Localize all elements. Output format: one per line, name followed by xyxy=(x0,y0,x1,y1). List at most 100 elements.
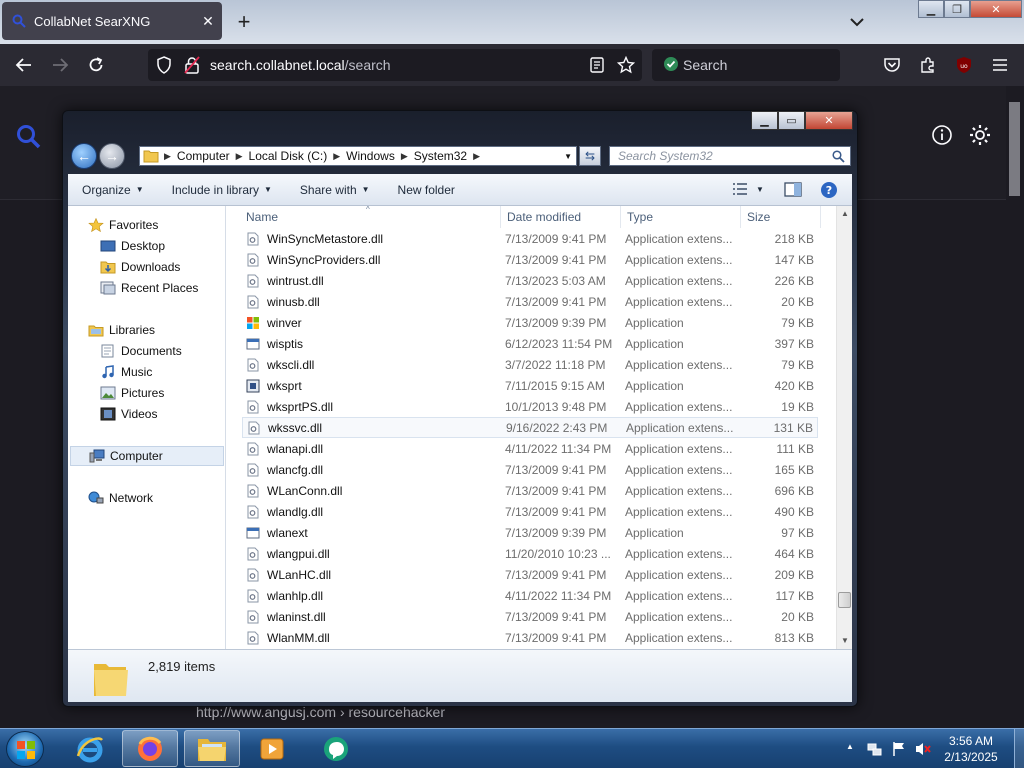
organize-button[interactable]: Organize ▼ xyxy=(68,183,158,197)
scroll-down-icon[interactable]: ▼ xyxy=(837,633,853,649)
breadcrumb-windows[interactable]: Windows xyxy=(342,149,399,163)
file-row[interactable]: WinSyncProviders.dll 7/13/2009 9:41 PM App… xyxy=(242,249,818,270)
nav-recent-places[interactable]: Recent Places xyxy=(100,278,198,298)
include-in-library-button[interactable]: Include in library ▼ xyxy=(158,183,286,197)
show-hidden-icons-icon[interactable]: ▲ xyxy=(846,742,854,751)
clock[interactable]: 3:56 AM 2/13/2025 xyxy=(936,733,1006,765)
nav-videos[interactable]: Videos xyxy=(100,404,157,424)
search-bar[interactable]: Search xyxy=(652,49,840,81)
page-scrollbar[interactable] xyxy=(1006,86,1024,728)
nav-libraries[interactable]: Libraries xyxy=(88,320,155,340)
new-tab-button[interactable]: + xyxy=(232,8,256,36)
file-row[interactable]: winver 7/13/2009 9:39 PM Application 79 KB xyxy=(242,312,818,333)
nav-network[interactable]: Network xyxy=(88,488,153,508)
lock-insecure-icon[interactable] xyxy=(184,56,200,74)
reload-button[interactable] xyxy=(83,52,109,78)
breadcrumb-local-disk[interactable]: Local Disk (C:) xyxy=(245,149,332,163)
scrollbar-thumb[interactable] xyxy=(838,592,851,608)
nav-pictures[interactable]: Pictures xyxy=(100,383,164,403)
shield-icon[interactable] xyxy=(156,56,172,74)
reader-view-icon[interactable] xyxy=(590,57,604,73)
new-folder-button[interactable]: New folder xyxy=(384,183,469,197)
file-row[interactable]: wksprt 7/11/2015 9:15 AM Application 420 KB xyxy=(242,375,818,396)
file-row[interactable]: wkscli.dll 3/7/2022 11:18 PM Application e… xyxy=(242,354,818,375)
taskbar-app[interactable] xyxy=(308,730,364,767)
file-row[interactable]: WLanConn.dll 7/13/2009 9:41 PM Application… xyxy=(242,480,818,501)
help-button[interactable]: ? xyxy=(820,181,838,202)
address-bar[interactable]: ▶ Computer ▶ Local Disk (C:) ▶ Windows ▶… xyxy=(139,146,577,166)
column-type[interactable]: Type xyxy=(627,210,653,224)
explorer-back-button[interactable]: ← xyxy=(71,143,97,169)
column-divider[interactable] xyxy=(740,206,741,228)
explorer-close-button[interactable]: ✕ xyxy=(805,111,853,130)
preview-pane-button[interactable] xyxy=(784,182,802,200)
breadcrumb-computer[interactable]: Computer xyxy=(173,149,234,163)
page-scrollbar-thumb[interactable] xyxy=(1009,102,1020,196)
close-window-button[interactable]: ✕ xyxy=(970,0,1022,18)
nav-downloads[interactable]: Downloads xyxy=(100,257,180,277)
refresh-button[interactable]: ⇆ xyxy=(579,146,601,166)
file-row[interactable]: wlandlg.dll 7/13/2009 9:41 PM Application … xyxy=(242,501,818,522)
file-row[interactable]: wlangpui.dll 11/20/2010 10:23 ... Applicat… xyxy=(242,543,818,564)
view-options-button[interactable]: ▼ xyxy=(732,182,764,196)
action-center-flag-icon[interactable] xyxy=(891,741,907,757)
breadcrumb-system32[interactable]: System32 xyxy=(410,149,471,163)
forward-button[interactable] xyxy=(47,52,73,78)
back-button[interactable] xyxy=(11,52,37,78)
start-button[interactable] xyxy=(6,731,44,767)
file-row[interactable]: wlanext 7/13/2009 9:39 PM Application 97 KB xyxy=(242,522,818,543)
nav-computer[interactable]: Computer xyxy=(70,446,224,466)
nav-documents[interactable]: Documents xyxy=(100,341,182,361)
nav-desktop[interactable]: Desktop xyxy=(100,236,165,256)
tab-close-icon[interactable]: ✕ xyxy=(198,13,218,30)
volume-muted-icon[interactable] xyxy=(914,741,932,757)
nav-favorites[interactable]: Favorites xyxy=(88,215,158,235)
taskbar-firefox[interactable] xyxy=(122,730,178,767)
file-row[interactable]: wkssvc.dll 9/16/2022 2:43 PM Application e… xyxy=(242,417,818,438)
taskbar-explorer[interactable] xyxy=(184,730,240,767)
column-divider[interactable] xyxy=(500,206,501,228)
network-tray-icon[interactable] xyxy=(867,741,883,757)
file-row[interactable]: WLanHC.dll 7/13/2009 9:41 PM Application e… xyxy=(242,564,818,585)
file-row[interactable]: wisptis 6/12/2023 11:54 PM Application 397 … xyxy=(242,333,818,354)
explorer-search-input[interactable]: Search System32 xyxy=(609,146,851,166)
file-row[interactable]: wksprtPS.dll 10/1/2013 9:48 PM Application… xyxy=(242,396,818,417)
file-list-scrollbar[interactable]: ▲ ▼ xyxy=(836,206,852,649)
column-name[interactable]: Name xyxy=(246,210,278,224)
file-row[interactable]: wlanhlp.dll 4/11/2022 11:34 PM Application… xyxy=(242,585,818,606)
browser-tab[interactable]: CollabNet SearXNG ✕ xyxy=(2,2,222,40)
file-row[interactable]: wlancfg.dll 7/13/2009 9:41 PM Application … xyxy=(242,459,818,480)
nav-music[interactable]: Music xyxy=(100,362,152,382)
info-icon[interactable] xyxy=(931,124,953,146)
gear-icon[interactable] xyxy=(968,123,992,147)
share-with-button[interactable]: Share with ▼ xyxy=(286,183,384,197)
file-row[interactable]: wintrust.dll 7/13/2023 5:03 AM Application… xyxy=(242,270,818,291)
explorer-maximize-button[interactable]: ▭ xyxy=(778,111,805,130)
taskbar-media-player[interactable] xyxy=(244,730,300,767)
scroll-up-icon[interactable]: ▲ xyxy=(837,206,853,222)
explorer-minimize-button[interactable]: ▁ xyxy=(751,111,778,130)
ublock-button[interactable]: uo xyxy=(951,52,977,78)
column-divider[interactable] xyxy=(620,206,621,228)
column-size[interactable]: Size xyxy=(747,210,770,224)
list-all-tabs-button[interactable] xyxy=(846,12,868,32)
column-divider[interactable] xyxy=(820,206,821,228)
file-row[interactable]: WlanMM.dll 7/13/2009 9:41 PM Application e… xyxy=(242,627,818,648)
menu-button[interactable] xyxy=(987,52,1013,78)
taskbar-ie[interactable] xyxy=(62,730,118,767)
pocket-button[interactable] xyxy=(879,52,905,78)
bookmark-star-icon[interactable] xyxy=(617,56,635,74)
file-row[interactable]: winusb.dll 7/13/2009 9:41 PM Application e… xyxy=(242,291,818,312)
address-dropdown-icon[interactable]: ▼ xyxy=(564,152,572,161)
column-date-modified[interactable]: Date modified xyxy=(507,210,581,224)
show-desktop-button[interactable] xyxy=(1014,729,1024,768)
minimize-button[interactable]: ▁ xyxy=(918,0,944,18)
file-row[interactable]: wlanapi.dll 4/11/2022 11:34 PM Application… xyxy=(242,438,818,459)
url-bar[interactable]: search.collabnet.local/search xyxy=(148,49,642,81)
searxng-logo-icon[interactable] xyxy=(16,124,42,150)
explorer-forward-button[interactable]: → xyxy=(99,143,125,169)
maximize-button[interactable]: ❐ xyxy=(944,0,970,18)
file-row[interactable]: WinSyncMetastore.dll 7/13/2009 9:41 PM App… xyxy=(242,228,818,249)
extensions-button[interactable] xyxy=(915,52,941,78)
file-row[interactable]: wlaninst.dll 7/13/2009 9:41 PM Application… xyxy=(242,606,818,627)
